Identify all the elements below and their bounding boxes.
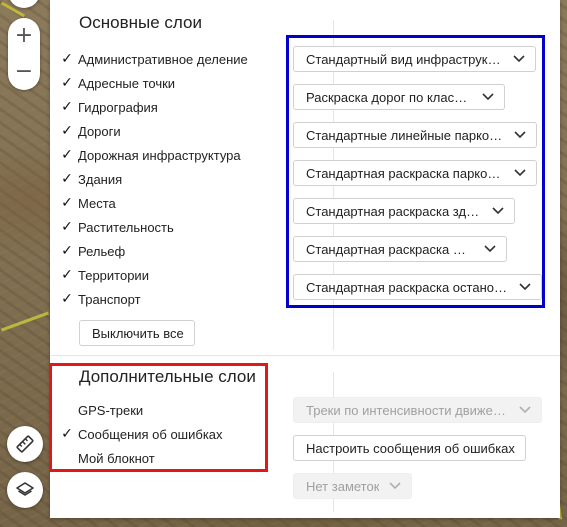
layer-label: Здания [78,171,123,187]
ruler-button[interactable] [7,426,43,462]
check-icon: ✓ [61,123,73,139]
layer-toggle[interactable]: ✓ Административное деление [56,47,248,71]
notes-select-value: Нет заметок [306,478,380,494]
layer-toggle[interactable]: ✓ Транспорт [56,287,141,311]
check-icon: ✓ [61,75,73,91]
check-icon: ✓ [61,243,73,259]
layer-toggle[interactable]: ✓ Адресные точки [56,71,175,95]
layers-button[interactable] [7,472,43,508]
zoom-control: + − [8,18,40,90]
check-icon: ✓ [61,195,73,211]
layer-toggle[interactable]: ✓ Места [56,191,116,215]
zoom-in-button[interactable]: + [15,25,33,47]
configure-error-reports-button[interactable]: Настроить сообщения об ошибках [293,435,526,461]
layers-icon [16,482,34,496]
disable-all-button[interactable]: Выключить все [79,320,195,346]
layer-toggle[interactable]: ✓ Дороги [56,119,121,143]
main-layers-title: Основные слои [79,13,202,32]
check-icon: ✓ [61,267,73,283]
section-divider [50,355,560,356]
layer-toggle[interactable]: ✓ Дорожная инфраструктура [56,143,241,167]
check-icon: ✓ [61,291,73,307]
layer-toggle[interactable]: ✓ Территории [56,263,149,287]
check-icon: ✓ [61,219,73,235]
layer-label: Адресные точки [78,75,176,91]
disable-all-label: Выключить все [92,325,184,341]
check-icon: ✓ [61,99,73,115]
check-icon: ✓ [61,147,73,163]
gps-tracks-select-value: Треки по интенсивности движения [306,402,509,418]
layer-label: Места [78,195,116,211]
layer-label: Территории [78,267,149,283]
notes-select[interactable]: Нет заметок [293,473,413,499]
layer-label: Растительность [78,219,174,235]
ruler-icon [16,435,34,453]
layer-label: Гидрография [78,99,158,115]
check-icon: ✓ [61,51,73,67]
chevron-down-icon [389,482,401,490]
map-bottom-strip [0,518,567,527]
layer-label: Дороги [78,123,121,139]
layer-label: Рельеф [78,243,126,259]
highlight-box-red [49,363,268,472]
zoom-out-button[interactable]: − [15,61,33,83]
layer-toggle[interactable]: ✓ Рельеф [56,239,125,263]
highlight-box-blue [286,35,545,308]
layer-toggle[interactable]: ✓ Растительность [56,215,174,239]
gps-tracks-select[interactable]: Треки по интенсивности движения [293,397,542,423]
check-icon: ✓ [61,171,73,187]
layer-toggle[interactable]: ✓ Гидрография [56,95,158,119]
chevron-down-icon [519,406,531,414]
layer-label: Административное деление [78,51,248,67]
layer-toggle[interactable]: ✓ Здания [56,167,122,191]
layer-label: Дорожная инфраструктура [78,147,241,163]
layer-label: Транспорт [78,291,141,307]
configure-error-reports-label: Настроить сообщения об ошибках [306,440,515,456]
